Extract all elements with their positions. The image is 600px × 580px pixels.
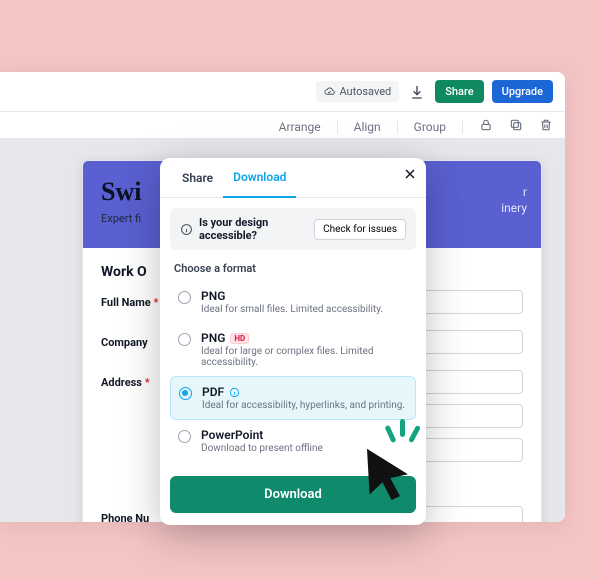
accessibility-question: Is your design accessible? <box>199 216 308 242</box>
download-button[interactable]: Download <box>170 476 416 513</box>
format-desc: Ideal for small files. Limited accessibi… <box>201 304 383 315</box>
format-name: PowerPoint <box>201 428 323 442</box>
toolbar-group[interactable]: Group <box>414 120 446 134</box>
radio-icon <box>179 387 192 400</box>
info-icon <box>229 387 240 398</box>
autosaved-label: Autosaved <box>339 85 391 98</box>
cloud-check-icon <box>324 86 335 97</box>
info-icon <box>180 223 193 236</box>
radio-icon <box>178 430 191 443</box>
document-header-right: r inery <box>501 185 527 216</box>
document-subtitle: Expert fi <box>101 212 141 225</box>
download-modal: Share Download Is your design accessible… <box>160 158 426 525</box>
radio-icon <box>178 291 191 304</box>
toolbar-copy[interactable] <box>509 118 523 135</box>
check-issues-button[interactable]: Check for issues <box>314 219 406 240</box>
accessibility-banner: Is your design accessible? Check for iss… <box>170 208 416 250</box>
format-name: PDF <box>202 385 405 399</box>
toolbar-divider <box>337 120 338 134</box>
format-option-png[interactable]: PNG Ideal for small files. Limited acces… <box>170 281 416 323</box>
toolbar-arrange[interactable]: Arrange <box>279 120 321 134</box>
download-icon-button[interactable] <box>407 82 427 102</box>
format-list: PNG Ideal for small files. Limited acces… <box>160 281 426 472</box>
tab-share[interactable]: Share <box>172 159 223 197</box>
copy-icon <box>509 118 523 132</box>
format-desc: Download to present offline <box>201 443 323 454</box>
download-icon <box>409 84 425 100</box>
format-option-pdf[interactable]: PDF Ideal for accessibility, hyperlinks,… <box>170 376 416 420</box>
toolbar-lock[interactable] <box>479 118 493 135</box>
trash-icon <box>539 118 553 132</box>
modal-tabs: Share Download <box>160 158 426 198</box>
toolbar-delete[interactable] <box>539 118 553 135</box>
choose-format-label: Choose a format <box>160 260 426 281</box>
format-desc: Ideal for accessibility, hyperlinks, and… <box>202 400 405 411</box>
format-desc: Ideal for large or complex files. Limite… <box>201 346 408 368</box>
radio-icon <box>178 333 191 346</box>
close-button[interactable] <box>402 166 418 186</box>
format-option-png-hd[interactable]: PNG HD Ideal for large or complex files.… <box>170 323 416 376</box>
toolbar-align[interactable]: Align <box>354 120 381 134</box>
format-name: PNG <box>201 289 383 303</box>
toolbar-divider <box>462 120 463 134</box>
close-icon <box>402 166 418 182</box>
tab-download[interactable]: Download <box>223 158 296 198</box>
topbar: Autosaved Share Upgrade <box>0 72 565 112</box>
format-option-powerpoint[interactable]: PowerPoint Download to present offline <box>170 420 416 462</box>
hd-badge: HD <box>230 333 249 344</box>
toolbar-divider <box>397 120 398 134</box>
upgrade-button[interactable]: Upgrade <box>492 80 553 103</box>
autosaved-pill: Autosaved <box>316 81 399 102</box>
share-button[interactable]: Share <box>435 80 483 103</box>
format-name: PNG HD <box>201 331 408 345</box>
lock-icon <box>479 118 493 132</box>
